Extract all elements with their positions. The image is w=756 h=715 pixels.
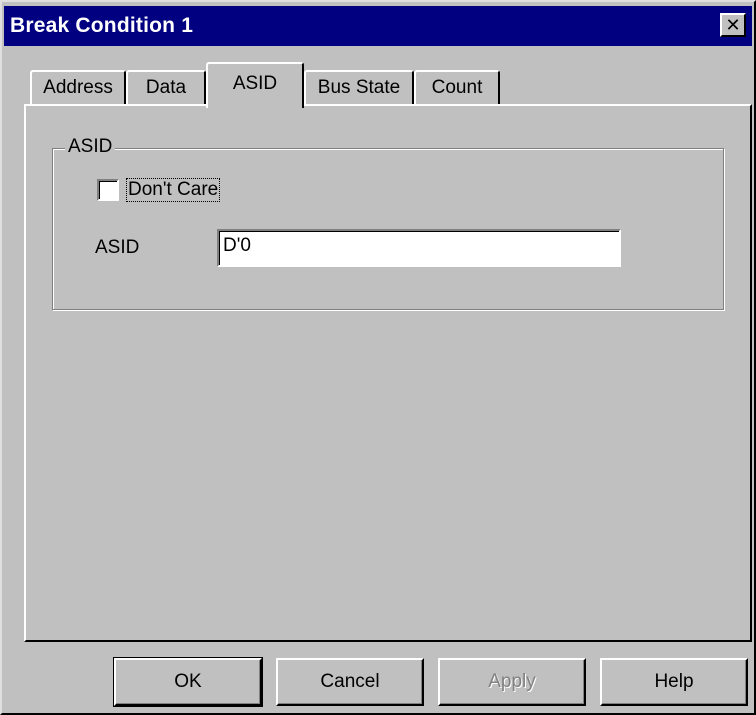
tab-label: Address <box>43 77 113 98</box>
help-button[interactable]: Help <box>600 658 748 706</box>
tab-asid[interactable]: ASID <box>206 62 304 108</box>
help-label: Help <box>654 671 694 692</box>
tab-bus-state[interactable]: Bus State <box>304 70 414 104</box>
ok-label: OK <box>174 671 202 692</box>
cancel-button[interactable]: Cancel <box>276 658 424 706</box>
break-condition-dialog: Break Condition 1 ✕ Address Data ASID Bu… <box>0 0 756 715</box>
tab-count[interactable]: Count <box>414 70 500 104</box>
tab-data[interactable]: Data <box>126 70 206 104</box>
tab-label: Data <box>145 77 187 98</box>
close-button[interactable]: ✕ <box>720 13 746 37</box>
tab-label: Bus State <box>317 77 401 98</box>
title-bar[interactable]: Break Condition 1 ✕ <box>4 6 752 46</box>
tab-address[interactable]: Address <box>30 70 126 104</box>
dont-care-option[interactable]: Don't Care <box>97 178 221 202</box>
dont-care-label[interactable]: Don't Care <box>125 178 221 202</box>
cancel-label: Cancel <box>320 671 380 692</box>
tab-label: ASID <box>232 73 278 94</box>
apply-button[interactable]: Apply <box>438 658 586 706</box>
close-icon: ✕ <box>725 15 741 35</box>
window-title: Break Condition 1 <box>10 14 194 37</box>
asid-input[interactable]: D'0 <box>217 229 621 267</box>
tab-panel-asid: ASID Don't Care ASID D'0 <box>24 104 752 642</box>
apply-label: Apply <box>488 671 536 692</box>
dont-care-checkbox[interactable] <box>97 179 119 201</box>
groupbox-title: ASID <box>65 136 116 158</box>
asid-field-label: ASID <box>95 237 140 258</box>
tab-label: Count <box>431 77 483 98</box>
ok-button[interactable]: OK <box>113 657 263 707</box>
asid-groupbox: ASID Don't Care ASID D'0 <box>52 136 724 310</box>
